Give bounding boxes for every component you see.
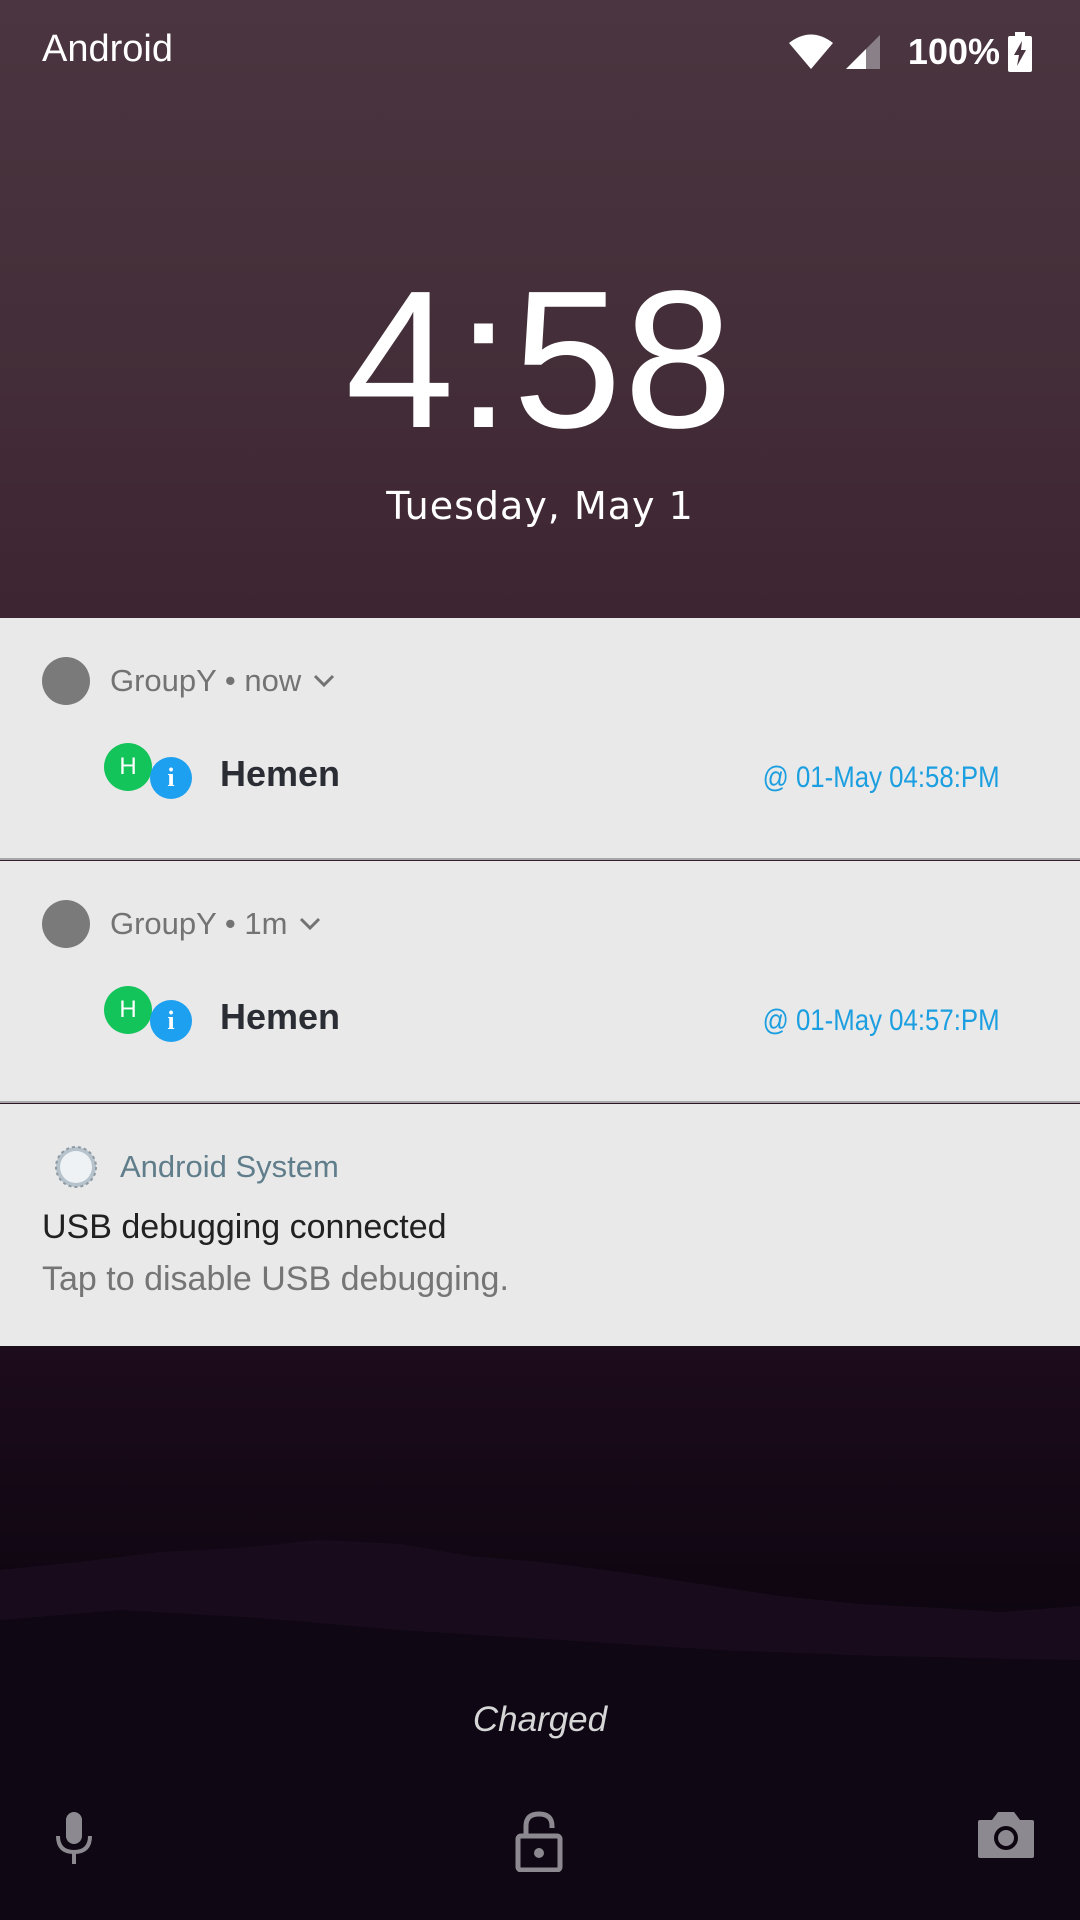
notification-header: GroupY • 1m [42, 899, 321, 949]
cell-signal-icon [844, 33, 882, 71]
notification-header: Android System [42, 1142, 339, 1192]
notification-content: H i Hemen @ 01-May 04:58:PM [104, 743, 1004, 813]
notification-sender: Hemen [220, 753, 341, 794]
clock-date: Tuesday, May 1 [386, 484, 694, 528]
notification-usb-debugging[interactable]: Android System USB debugging connected T… [0, 1104, 1080, 1346]
app-icon [42, 900, 90, 948]
notification-groupy-2[interactable]: GroupY • 1m H i Hemen @ 01-May 04:57:PM [0, 861, 1080, 1103]
notification-text: Tap to disable USB debugging. [42, 1260, 509, 1298]
carrier-name: Android [42, 28, 173, 70]
notification-sender: Hemen [220, 996, 341, 1037]
wifi-icon [788, 34, 834, 70]
android-system-icon [55, 1146, 97, 1188]
notification-content: H i Hemen @ 01-May 04:57:PM [104, 986, 1004, 1056]
info-icon: i [150, 1000, 192, 1042]
chevron-down-icon[interactable] [299, 917, 321, 931]
chevron-down-icon[interactable] [313, 674, 335, 688]
notification-timestamp: @ 01-May 04:57:PM [763, 1004, 1000, 1037]
avatar: H [104, 986, 152, 1034]
mic-icon[interactable] [50, 1810, 98, 1870]
notification-timestamp: @ 01-May 04:58:PM [763, 761, 1000, 794]
notification-header: GroupY • now [42, 656, 335, 706]
status-bar: Android 100% [0, 0, 1080, 110]
status-icons: 100% [788, 30, 1032, 74]
notification-title: USB debugging connected [42, 1208, 447, 1246]
notification-app-name: Android System [120, 1149, 339, 1184]
avatar: H [104, 743, 152, 791]
notification-app-name: GroupY • 1m [110, 906, 288, 941]
battery-percent: 100% [907, 31, 1000, 72]
notification-app-name: GroupY • now [110, 663, 302, 698]
info-icon: i [150, 757, 192, 799]
camera-icon[interactable] [976, 1810, 1036, 1864]
unlock-icon[interactable] [512, 1810, 566, 1876]
clock-time: 4:58 [345, 250, 735, 469]
app-icon [42, 657, 90, 705]
charging-status: Charged [472, 1700, 608, 1739]
lock-screen: Android 100% 4:58 Tuesday, May 1 GroupY … [0, 0, 1080, 1920]
notification-groupy-1[interactable]: GroupY • now H i Hemen @ 01-May 04:58:PM [0, 618, 1080, 860]
battery-charging-icon [1008, 32, 1032, 72]
